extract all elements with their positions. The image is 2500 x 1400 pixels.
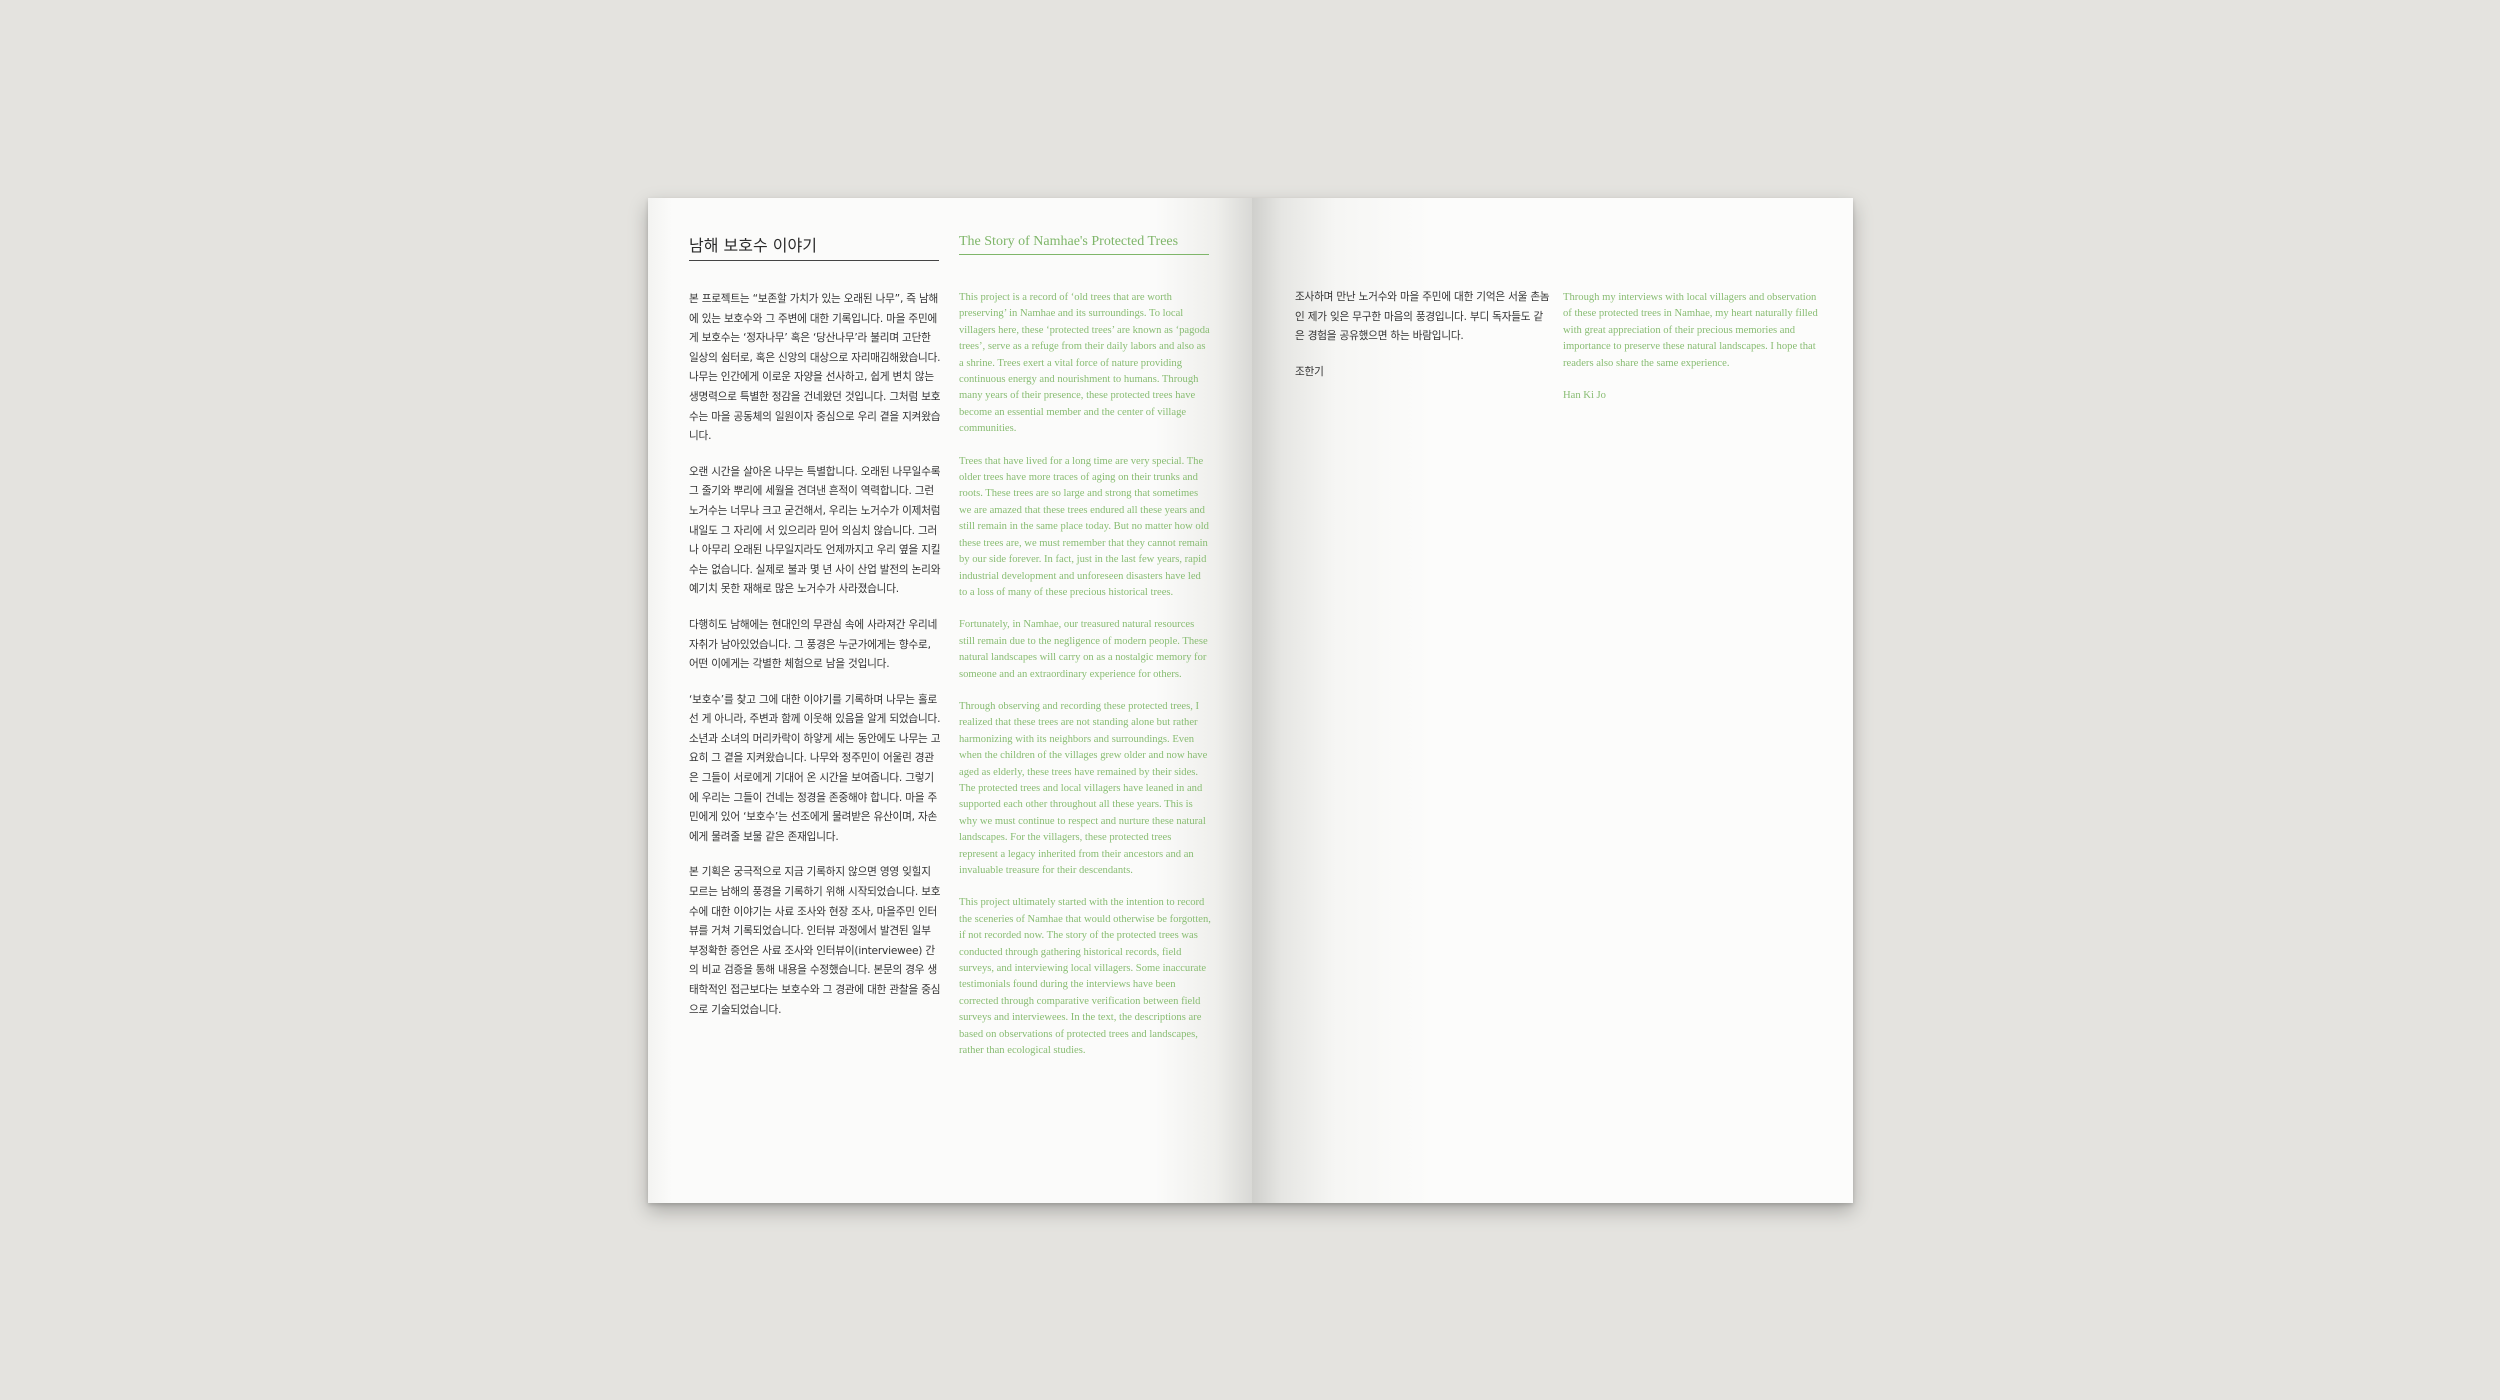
- english-paragraph-5: This project ultimately started with the…: [959, 897, 1211, 1057]
- english-closing-paragraph: Through my interviews with local village…: [1563, 292, 1818, 369]
- korean-signature: 조한기: [1295, 365, 1324, 378]
- english-closing-column: Through my interviews with local village…: [1563, 290, 1818, 420]
- korean-paragraph-5: 본 기획은 궁극적으로 지금 기록하지 않으면 영영 잊힐지 모르는 남해의 풍…: [689, 866, 941, 1016]
- english-paragraph-1: This project is a record of ‘old trees t…: [959, 292, 1210, 435]
- title-korean: 남해 보호수 이야기: [689, 232, 939, 261]
- korean-closing-paragraph: 조사하며 만난 노거수와 마을 주민에 대한 기억은 서울 촌놈인 제가 잊은 …: [1295, 291, 1550, 343]
- korean-paragraph-2: 오랜 시간을 살아온 나무는 특별합니다. 오래된 나무일수록 그 줄기와 뿌리…: [689, 465, 941, 596]
- korean-closing-column: 조사하며 만난 노거수와 마을 주민에 대한 기억은 서울 촌놈인 제가 잊은 …: [1295, 288, 1550, 398]
- english-body-column: This project is a record of ‘old trees t…: [959, 290, 1211, 1075]
- korean-paragraph-3: 다행히도 남해에는 현대인의 무관심 속에 사라져간 우리네 자취가 남아있었습…: [689, 618, 938, 671]
- left-page: 남해 보호수 이야기 The Story of Namhae's Protect…: [648, 198, 1252, 1203]
- korean-body-column: 본 프로젝트는 “보존할 가치가 있는 오래된 나무”, 즉 남해에 있는 보호…: [689, 290, 941, 1036]
- korean-paragraph-4: ‘보호수’를 찾고 그에 대한 이야기를 기록하며 나무는 홀로 선 게 아니라…: [689, 693, 941, 843]
- right-page: 조사하며 만난 노거수와 마을 주민에 대한 기억은 서울 촌놈인 제가 잊은 …: [1252, 198, 1853, 1203]
- english-paragraph-3: Fortunately, in Namhae, our treasured na…: [959, 619, 1208, 680]
- english-paragraph-2: Trees that have lived for a long time ar…: [959, 455, 1209, 598]
- booklet-spread: 남해 보호수 이야기 The Story of Namhae's Protect…: [648, 198, 1853, 1203]
- english-signature: Han Ki Jo: [1563, 390, 1606, 402]
- title-english: The Story of Namhae's Protected Trees: [959, 234, 1209, 255]
- english-paragraph-4: Through observing and recording these pr…: [959, 700, 1208, 876]
- korean-paragraph-1: 본 프로젝트는 “보존할 가치가 있는 오래된 나무”, 즉 남해에 있는 보호…: [689, 293, 941, 443]
